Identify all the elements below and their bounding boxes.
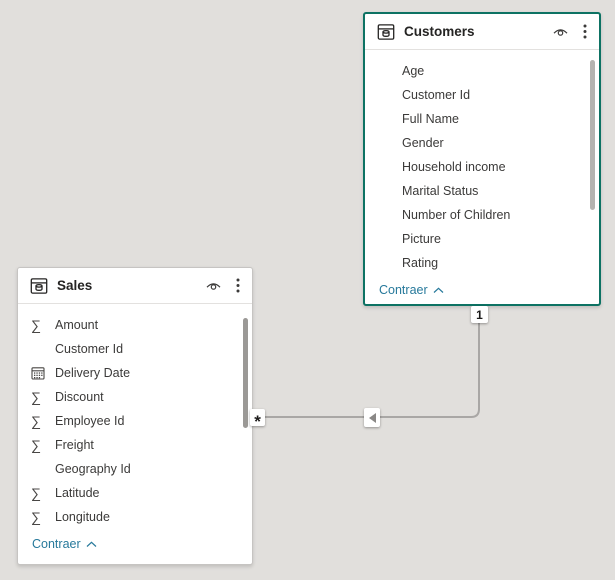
field-row[interactable]: Picture [365,227,599,251]
table-card-customers[interactable]: Customers Age Cu [363,12,601,306]
collapse-link[interactable]: Contraer [365,283,599,297]
table-card-sales[interactable]: Sales ∑ Amount Cu [17,267,253,565]
sigma-icon: ∑ [31,414,55,428]
field-row[interactable]: Number of Children [365,203,599,227]
calendar-icon [31,366,55,380]
table-title: Sales [57,278,205,293]
field-list-customers: Age Customer Id Full Name Gender Househo… [365,50,599,297]
field-row[interactable]: Full Name [365,107,599,131]
collapse-label: Contraer [32,537,81,551]
collapse-label: Contraer [379,283,428,297]
table-header-customers[interactable]: Customers [365,14,599,50]
eye-icon[interactable] [205,278,222,293]
field-row[interactable]: Customer Id [18,337,252,361]
eye-icon[interactable] [552,24,569,39]
field-row[interactable]: Rating [365,251,599,275]
more-options-icon[interactable] [580,22,590,41]
field-row[interactable]: ∑ Freight [18,433,252,457]
field-row[interactable]: Delivery Date [18,361,252,385]
field-row[interactable]: ∑ Longitude [18,505,252,529]
field-row[interactable]: Marital Status [365,179,599,203]
field-row[interactable]: ∑ Employee Id [18,409,252,433]
field-row[interactable]: Customer Id [365,83,599,107]
sigma-icon: ∑ [31,510,55,524]
cardinality-one-marker[interactable]: 1 [471,306,488,323]
field-row[interactable]: Geography Id [18,457,252,481]
table-title: Customers [404,24,552,39]
field-row[interactable]: Age [365,59,599,83]
scrollbar[interactable] [590,60,595,210]
more-options-icon[interactable] [233,276,243,295]
sigma-icon: ∑ [31,438,55,452]
sigma-icon: ∑ [31,390,55,404]
field-row[interactable]: Household income [365,155,599,179]
cardinality-many-marker[interactable]: * [250,409,265,426]
filter-direction-arrow[interactable] [364,408,380,427]
left-triangle-icon [369,413,376,423]
collapse-link[interactable]: Contraer [18,537,252,551]
sigma-icon: ∑ [31,486,55,500]
field-row[interactable]: ∑ Amount [18,313,252,337]
relationship-path[interactable] [253,323,479,417]
field-row[interactable]: ∑ Discount [18,385,252,409]
table-icon [377,23,395,41]
table-icon [30,277,48,295]
field-row[interactable]: ∑ Latitude [18,481,252,505]
model-canvas: Customers Age Cu [0,0,615,580]
chevron-up-icon [433,287,444,294]
field-row[interactable]: Gender [365,131,599,155]
scrollbar[interactable] [243,318,248,428]
sigma-icon: ∑ [31,318,55,332]
table-header-sales[interactable]: Sales [18,268,252,304]
field-list-sales: ∑ Amount Customer Id [18,304,252,551]
chevron-up-icon [86,541,97,548]
